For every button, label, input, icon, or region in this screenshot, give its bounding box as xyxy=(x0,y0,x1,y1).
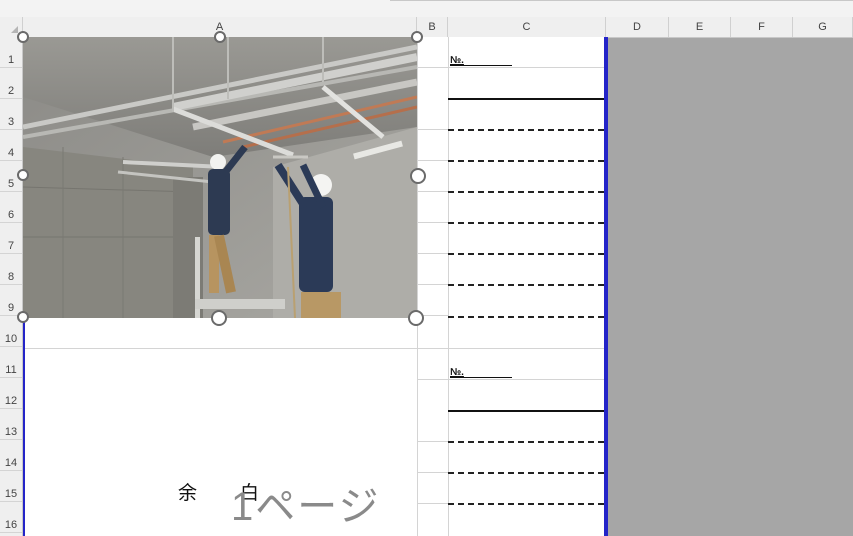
form-dashed-line xyxy=(448,191,604,193)
form-dashed-line xyxy=(448,160,604,162)
grid-line-ab xyxy=(417,37,418,536)
column-header-c[interactable]: C xyxy=(448,17,606,37)
form-dashed-line xyxy=(448,222,604,224)
grid-row-line xyxy=(417,503,448,504)
grid-row-line xyxy=(417,191,448,192)
grid-row-line xyxy=(417,472,448,473)
grid-row-line xyxy=(417,160,448,161)
number-underline-2 xyxy=(450,377,512,378)
resize-handle-top[interactable] xyxy=(214,31,226,43)
resize-handle-bottom-left[interactable] xyxy=(17,311,29,323)
row-header-14[interactable]: 14 xyxy=(0,440,22,471)
resize-handle-top-right[interactable] xyxy=(411,31,423,43)
row-header-13[interactable]: 13 xyxy=(0,409,22,440)
row-headers: 1 2 3 4 5 6 7 8 9 10 11 12 13 14 15 16 xyxy=(0,37,23,536)
row-header-7[interactable]: 7 xyxy=(0,223,22,254)
resize-handle-top-left[interactable] xyxy=(17,31,29,43)
form-dashed-line xyxy=(448,472,604,474)
grid-row-line-10 xyxy=(23,348,605,349)
page-break-right xyxy=(604,37,608,536)
construction-workers-image xyxy=(23,37,417,318)
select-all-icon xyxy=(11,26,18,33)
resize-handle-bottom[interactable] xyxy=(211,310,227,326)
page-watermark: 1ページ xyxy=(231,485,381,529)
resize-handle-left[interactable] xyxy=(17,169,29,181)
row-header-3[interactable]: 3 xyxy=(0,99,22,130)
column-header-d[interactable]: D xyxy=(606,17,669,37)
column-header-e[interactable]: E xyxy=(669,17,731,37)
number-underline-1 xyxy=(450,65,512,66)
margin-text-yo: 余 xyxy=(178,483,198,504)
column-header-g[interactable]: G xyxy=(793,17,853,37)
top-divider xyxy=(390,0,853,1)
resize-handle-bottom-right[interactable] xyxy=(408,310,424,326)
row-header-8[interactable]: 8 xyxy=(0,254,22,285)
form-solid-line-1 xyxy=(448,98,604,100)
form-dashed-line xyxy=(448,316,604,318)
form-dashed-line xyxy=(448,441,604,443)
grid-row-line xyxy=(417,222,448,223)
column-headers: A B C D E F G xyxy=(0,17,853,38)
row-header-16[interactable]: 16 xyxy=(0,502,22,533)
row-header-4[interactable]: 4 xyxy=(0,130,22,161)
row-header-15[interactable]: 15 xyxy=(0,471,22,502)
formula-bar-area xyxy=(0,0,853,17)
grid-row-line xyxy=(417,441,448,442)
construction-photo[interactable] xyxy=(23,37,417,318)
row-header-11[interactable]: 11 xyxy=(0,347,22,378)
row-header-6[interactable]: 6 xyxy=(0,192,22,223)
grid-row-line xyxy=(417,129,448,130)
grid-line-bc xyxy=(448,37,449,536)
grid-row-line xyxy=(417,284,448,285)
grid-row-line xyxy=(417,253,448,254)
form-solid-line-2 xyxy=(448,410,604,412)
row-header-12[interactable]: 12 xyxy=(0,378,22,409)
grid-row-line xyxy=(417,379,605,380)
column-header-f[interactable]: F xyxy=(731,17,793,37)
form-dashed-line xyxy=(448,253,604,255)
grid-row-line xyxy=(417,67,605,68)
resize-handle-right[interactable] xyxy=(410,168,426,184)
row-header-2[interactable]: 2 xyxy=(0,68,22,99)
form-dashed-line xyxy=(448,284,604,286)
form-dashed-line xyxy=(448,129,604,131)
form-dashed-line xyxy=(448,503,604,505)
